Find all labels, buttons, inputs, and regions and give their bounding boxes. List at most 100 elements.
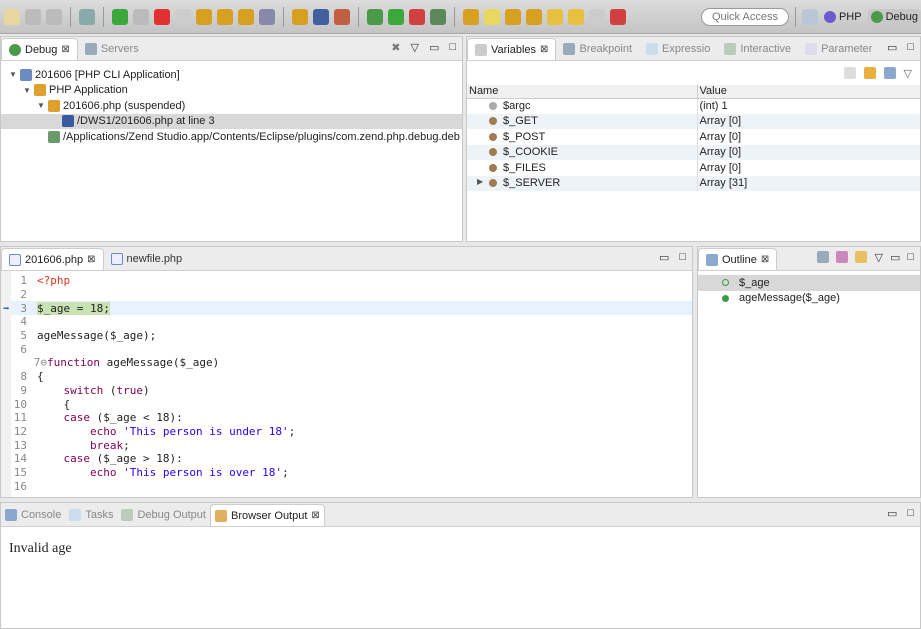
close-icon[interactable]: ⊠ bbox=[61, 44, 69, 55]
tab-debug-output[interactable]: Debug Output bbox=[117, 504, 210, 526]
use-step-filters-icon[interactable] bbox=[292, 8, 308, 25]
minimize-icon[interactable]: ▭ bbox=[887, 507, 897, 520]
maximize-icon[interactable]: □ bbox=[907, 41, 914, 54]
forward-icon[interactable] bbox=[589, 8, 605, 25]
variable-row[interactable]: $_FILES Array [0] bbox=[467, 160, 920, 176]
expand-triangle-icon[interactable]: ▼ bbox=[9, 70, 17, 79]
pin-icon[interactable] bbox=[610, 8, 626, 25]
save-all-icon[interactable] bbox=[46, 8, 62, 25]
bottom-view: Console Tasks Debug Output Browser Output ⊠ ▭… bbox=[0, 502, 921, 629]
tab-outline[interactable]: Outline ⊠ bbox=[698, 248, 778, 270]
code-line: ➡ 3 $_age = 18; bbox=[3, 301, 692, 316]
tab-parameters[interactable]: Parameter bbox=[798, 38, 879, 60]
new-icon[interactable] bbox=[4, 8, 20, 25]
save-icon[interactable] bbox=[25, 8, 41, 25]
collapse-tree-icon[interactable] bbox=[863, 67, 876, 79]
step-return-icon[interactable] bbox=[238, 8, 254, 25]
tab-201606-php[interactable]: 201606.php ⊠ bbox=[1, 248, 104, 270]
variable-row[interactable]: $_GET Array [0] bbox=[467, 113, 920, 129]
variable-row[interactable]: $_COOKIE Array [0] bbox=[467, 144, 920, 160]
expand-triangle-icon[interactable]: ▼ bbox=[37, 101, 45, 110]
show-type-icon[interactable] bbox=[843, 67, 856, 79]
back-icon[interactable] bbox=[547, 8, 563, 25]
debug-icon[interactable] bbox=[367, 8, 383, 25]
maximize-icon[interactable]: □ bbox=[907, 251, 914, 264]
code-editor[interactable]: 1 <?php 2 ➡ 3 $_age = 18; 4 5 ageMessage($_age);… bbox=[3, 271, 692, 497]
outline-item[interactable]: ageMessage($_age) bbox=[698, 291, 920, 307]
tab-tasks[interactable]: Tasks bbox=[65, 504, 117, 526]
library-icon[interactable] bbox=[334, 8, 350, 25]
zend-icon[interactable] bbox=[313, 8, 329, 25]
external-tools-icon[interactable] bbox=[409, 8, 425, 25]
view-menu-icon[interactable]: ▽ bbox=[904, 67, 912, 80]
tree-item[interactable]: ▼ PHP Application bbox=[1, 83, 462, 99]
collapse-all-icon[interactable] bbox=[817, 251, 830, 263]
minimize-icon[interactable]: ▭ bbox=[659, 251, 669, 264]
variable-row[interactable]: $argc (int) 1 bbox=[467, 98, 920, 114]
suspend-icon[interactable] bbox=[133, 8, 149, 25]
perspective-debug[interactable]: Debug bbox=[867, 8, 921, 25]
variable-row[interactable]: $_POST Array [0] bbox=[467, 129, 920, 145]
perspective-php[interactable]: PHP bbox=[821, 9, 865, 25]
maximize-icon[interactable]: □ bbox=[907, 507, 914, 520]
sort-icon[interactable] bbox=[836, 251, 849, 263]
maximize-icon[interactable]: □ bbox=[449, 41, 456, 54]
variable-value: Array [0] bbox=[696, 144, 920, 160]
step-over-icon[interactable] bbox=[217, 8, 233, 25]
terminate-icon[interactable] bbox=[154, 8, 170, 25]
minimize-icon[interactable]: ▭ bbox=[887, 41, 897, 54]
back-arrow-icon[interactable] bbox=[568, 8, 584, 25]
debug-view: Debug ⊠ Servers ✖ ▽ ▭ □ ▼ 201606 [PHP CLI App… bbox=[0, 36, 463, 242]
highlight-icon[interactable] bbox=[484, 8, 500, 25]
column-header-name[interactable]: Name bbox=[467, 85, 697, 99]
drop-to-frame-icon[interactable] bbox=[259, 8, 275, 25]
line-number: 1 bbox=[20, 274, 27, 288]
quick-access-input[interactable]: Quick Access bbox=[700, 7, 789, 26]
tab-breakpoints[interactable]: Breakpoint bbox=[556, 38, 639, 60]
variable-row[interactable]: ▶ $_SERVER Array [31] bbox=[467, 175, 920, 191]
tab-console[interactable]: Console bbox=[1, 504, 65, 526]
close-icon[interactable]: ⊠ bbox=[540, 44, 548, 55]
expand-triangle-icon[interactable]: ▼ bbox=[23, 86, 31, 95]
view-menu-icon[interactable]: ▽ bbox=[410, 41, 418, 54]
resume-icon[interactable] bbox=[112, 8, 128, 25]
minimize-icon[interactable]: ▭ bbox=[429, 41, 439, 54]
open-perspective-icon[interactable] bbox=[801, 8, 818, 25]
instruction-pointer-icon: ➡ bbox=[3, 301, 10, 315]
outline-item[interactable]: $_age bbox=[698, 275, 920, 291]
tab-expressions[interactable]: Expressio bbox=[639, 38, 717, 60]
column-header-value[interactable]: Value bbox=[696, 85, 920, 99]
minimize-icon[interactable]: ▭ bbox=[890, 251, 900, 264]
step-into-icon[interactable] bbox=[196, 8, 212, 25]
tab-newfile-php[interactable]: newfile.php bbox=[104, 248, 190, 270]
variable-icon bbox=[489, 132, 497, 141]
tab-servers[interactable]: Servers bbox=[78, 38, 146, 60]
line-number: 15 bbox=[13, 465, 27, 479]
tab-browser-output[interactable]: Browser Output ⊠ bbox=[209, 504, 325, 526]
edit-icon[interactable] bbox=[463, 8, 479, 25]
prev-annotation-icon[interactable] bbox=[526, 8, 542, 25]
tree-item[interactable]: ▼ 201606.php (suspended) bbox=[1, 98, 462, 114]
tree-item[interactable]: /Applications/Zend Studio.app/Contents/E… bbox=[1, 129, 462, 145]
close-icon[interactable]: ⊠ bbox=[761, 254, 769, 265]
maximize-icon[interactable]: □ bbox=[679, 251, 686, 264]
console-icon bbox=[5, 509, 17, 521]
tree-item[interactable]: /DWS1/201606.php at line 3 bbox=[1, 113, 462, 129]
expand-triangle-icon[interactable]: ▶ bbox=[477, 177, 485, 186]
tab-debug[interactable]: Debug ⊠ bbox=[1, 38, 78, 60]
collapse-all-icon[interactable] bbox=[883, 67, 896, 79]
php-web-icon[interactable] bbox=[430, 8, 446, 25]
variable-name: $_POST bbox=[503, 130, 546, 143]
link-with-editor-icon[interactable] bbox=[855, 251, 868, 263]
tree-item[interactable]: ▼ 201606 [PHP CLI Application] bbox=[1, 67, 462, 83]
tab-variables[interactable]: Variables ⊠ bbox=[467, 38, 557, 60]
remove-terminated-icon[interactable]: ✖ bbox=[391, 41, 400, 54]
view-menu-icon[interactable]: ▽ bbox=[874, 251, 882, 264]
close-icon[interactable]: ⊠ bbox=[311, 510, 319, 521]
skip-breakpoints-icon[interactable] bbox=[79, 8, 95, 25]
run-icon[interactable] bbox=[388, 8, 404, 25]
close-icon[interactable]: ⊠ bbox=[87, 254, 95, 265]
disconnect-icon[interactable] bbox=[175, 8, 191, 25]
tab-interactive[interactable]: Interactive bbox=[717, 38, 798, 60]
next-annotation-icon[interactable] bbox=[505, 8, 521, 25]
